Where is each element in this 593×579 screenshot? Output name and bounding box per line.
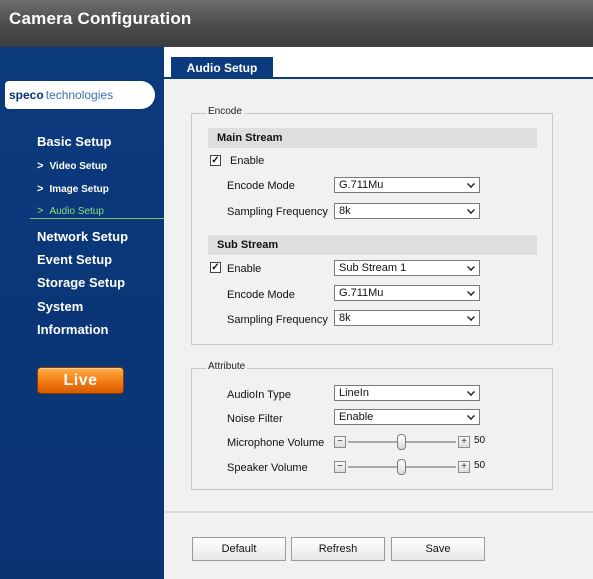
speaker-volume-label: Speaker Volume bbox=[227, 462, 308, 474]
audioin-type-value: LineIn bbox=[339, 387, 369, 399]
chevron-right-icon: > bbox=[37, 205, 44, 217]
chevron-down-icon bbox=[467, 388, 475, 396]
sidebar-item-label: Image Setup bbox=[49, 183, 109, 195]
main-stream-header: Main Stream bbox=[208, 128, 537, 148]
divider bbox=[164, 511, 593, 513]
sidebar-item-label: Audio Setup bbox=[49, 205, 104, 217]
speaker-volume-value: 50 bbox=[474, 460, 486, 471]
tab-bar: Audio Setup bbox=[164, 47, 593, 79]
chevron-down-icon bbox=[467, 263, 475, 271]
logo-brand-bold: speco bbox=[9, 88, 44, 102]
main-stream-enable-label: Enable bbox=[230, 155, 265, 167]
sidebar-item-information[interactable]: Information bbox=[37, 322, 109, 337]
sub-stream-header: Sub Stream bbox=[208, 235, 537, 255]
encode-legend: Encode bbox=[206, 106, 244, 117]
window-title: Camera Configuration bbox=[9, 9, 192, 28]
chevron-down-icon bbox=[467, 180, 475, 188]
speco-logo: speco technologies bbox=[5, 81, 155, 109]
chevron-right-icon: > bbox=[37, 160, 44, 172]
chevron-down-icon bbox=[467, 206, 475, 214]
sidebar: speco technologies Basic Setup > Video S… bbox=[0, 47, 164, 579]
title-bar: Camera Configuration bbox=[0, 0, 593, 47]
chevron-down-icon bbox=[467, 412, 475, 420]
sidebar-item-network-setup[interactable]: Network Setup bbox=[37, 229, 128, 244]
default-button[interactable]: Default bbox=[192, 537, 286, 561]
tab-audio-setup[interactable]: Audio Setup bbox=[171, 57, 273, 79]
save-button[interactable]: Save bbox=[391, 537, 485, 561]
sidebar-item-system[interactable]: System bbox=[37, 299, 83, 314]
main-encode-mode-select[interactable]: G.711Mu bbox=[334, 177, 480, 193]
sub-sampling-label: Sampling Frequency bbox=[227, 314, 328, 326]
speaker-volume-slider[interactable]: − + 50 bbox=[334, 459, 494, 475]
sidebar-item-label: Video Setup bbox=[49, 160, 108, 172]
chevron-down-icon bbox=[467, 313, 475, 321]
audioin-type-select[interactable]: LineIn bbox=[334, 385, 480, 401]
chevron-down-icon bbox=[467, 288, 475, 296]
main-encode-mode-value: G.711Mu bbox=[339, 179, 384, 191]
sub-sampling-select[interactable]: 8k bbox=[334, 310, 480, 326]
main-sampling-select[interactable]: 8k bbox=[334, 203, 480, 219]
minus-icon[interactable]: − bbox=[334, 461, 346, 473]
refresh-button[interactable]: Refresh bbox=[291, 537, 385, 561]
sub-sampling-value: 8k bbox=[339, 312, 351, 324]
sub-stream-enable-label: Enable bbox=[227, 263, 262, 275]
sub-encode-mode-value: G.711Mu bbox=[339, 287, 384, 299]
sub-stream-select[interactable]: Sub Stream 1 bbox=[334, 260, 480, 276]
noise-filter-value: Enable bbox=[339, 411, 374, 423]
microphone-volume-slider[interactable]: − + 50 bbox=[334, 434, 494, 450]
chevron-right-icon: > bbox=[37, 183, 44, 195]
main-encode-mode-label: Encode Mode bbox=[227, 180, 295, 192]
microphone-volume-value: 50 bbox=[474, 435, 486, 446]
noise-filter-select[interactable]: Enable bbox=[334, 409, 480, 425]
active-item-underline bbox=[30, 218, 164, 219]
sidebar-item-audio-setup[interactable]: > Audio Setup bbox=[37, 205, 104, 217]
plus-icon[interactable]: + bbox=[458, 461, 470, 473]
logo-brand-light: technologies bbox=[45, 88, 114, 102]
microphone-volume-label: Microphone Volume bbox=[227, 437, 325, 449]
noise-filter-label: Noise Filter bbox=[227, 413, 283, 425]
sidebar-item-event-setup[interactable]: Event Setup bbox=[37, 252, 112, 267]
sub-encode-mode-label: Encode Mode bbox=[227, 289, 295, 301]
sub-stream-select-value: Sub Stream 1 bbox=[339, 262, 407, 274]
main-stream-enable-checkbox[interactable]: ✓ bbox=[210, 155, 221, 166]
sidebar-item-storage-setup[interactable]: Storage Setup bbox=[37, 275, 125, 290]
live-button[interactable]: Live bbox=[37, 367, 124, 394]
sidebar-item-image-setup[interactable]: > Image Setup bbox=[37, 183, 109, 195]
attribute-legend: Attribute bbox=[206, 361, 248, 372]
sidebar-item-video-setup[interactable]: > Video Setup bbox=[37, 160, 107, 172]
slider-handle[interactable] bbox=[397, 459, 406, 475]
plus-icon[interactable]: + bbox=[458, 436, 470, 448]
audioin-type-label: AudioIn Type bbox=[227, 389, 292, 401]
main-sampling-value: 8k bbox=[339, 205, 351, 217]
main-sampling-label: Sampling Frequency bbox=[227, 206, 328, 218]
sub-stream-enable-checkbox[interactable]: ✓ bbox=[210, 262, 221, 273]
slider-handle[interactable] bbox=[397, 434, 406, 450]
main-content: Encode Main Stream ✓ Enable Encode Mode … bbox=[164, 79, 593, 579]
minus-icon[interactable]: − bbox=[334, 436, 346, 448]
sidebar-item-basic-setup[interactable]: Basic Setup bbox=[37, 134, 111, 149]
sub-encode-mode-select[interactable]: G.711Mu bbox=[334, 285, 480, 301]
